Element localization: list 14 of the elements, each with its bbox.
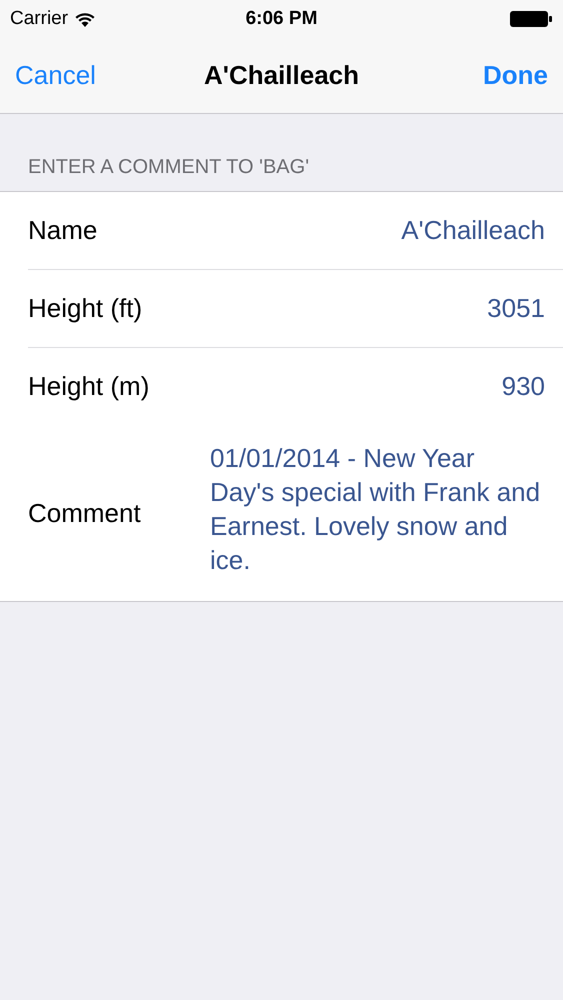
field-label: Comment — [28, 498, 142, 528]
battery-icon — [509, 10, 553, 28]
field-value[interactable]: A'Chailleach — [210, 215, 545, 246]
field-value[interactable]: 3051 — [210, 293, 545, 324]
field-value[interactable]: 930 — [210, 371, 545, 402]
carrier-label: Carrier — [10, 8, 68, 30]
wifi-icon — [74, 11, 96, 27]
comment-field[interactable]: 01/01/2014 - New Year Day's special with Frank and Earnest. Lovely snow and ice. — [210, 425, 545, 601]
field-label: Height (ft) — [28, 293, 144, 324]
status-time: 6:06 PM — [246, 8, 318, 30]
field-label: Height (m) — [28, 371, 150, 402]
field-label: Name — [28, 215, 98, 246]
nav-title: A'Chailleach — [204, 60, 360, 91]
section-header: ENTER A COMMENT TO 'BAG' — [27, 156, 310, 180]
